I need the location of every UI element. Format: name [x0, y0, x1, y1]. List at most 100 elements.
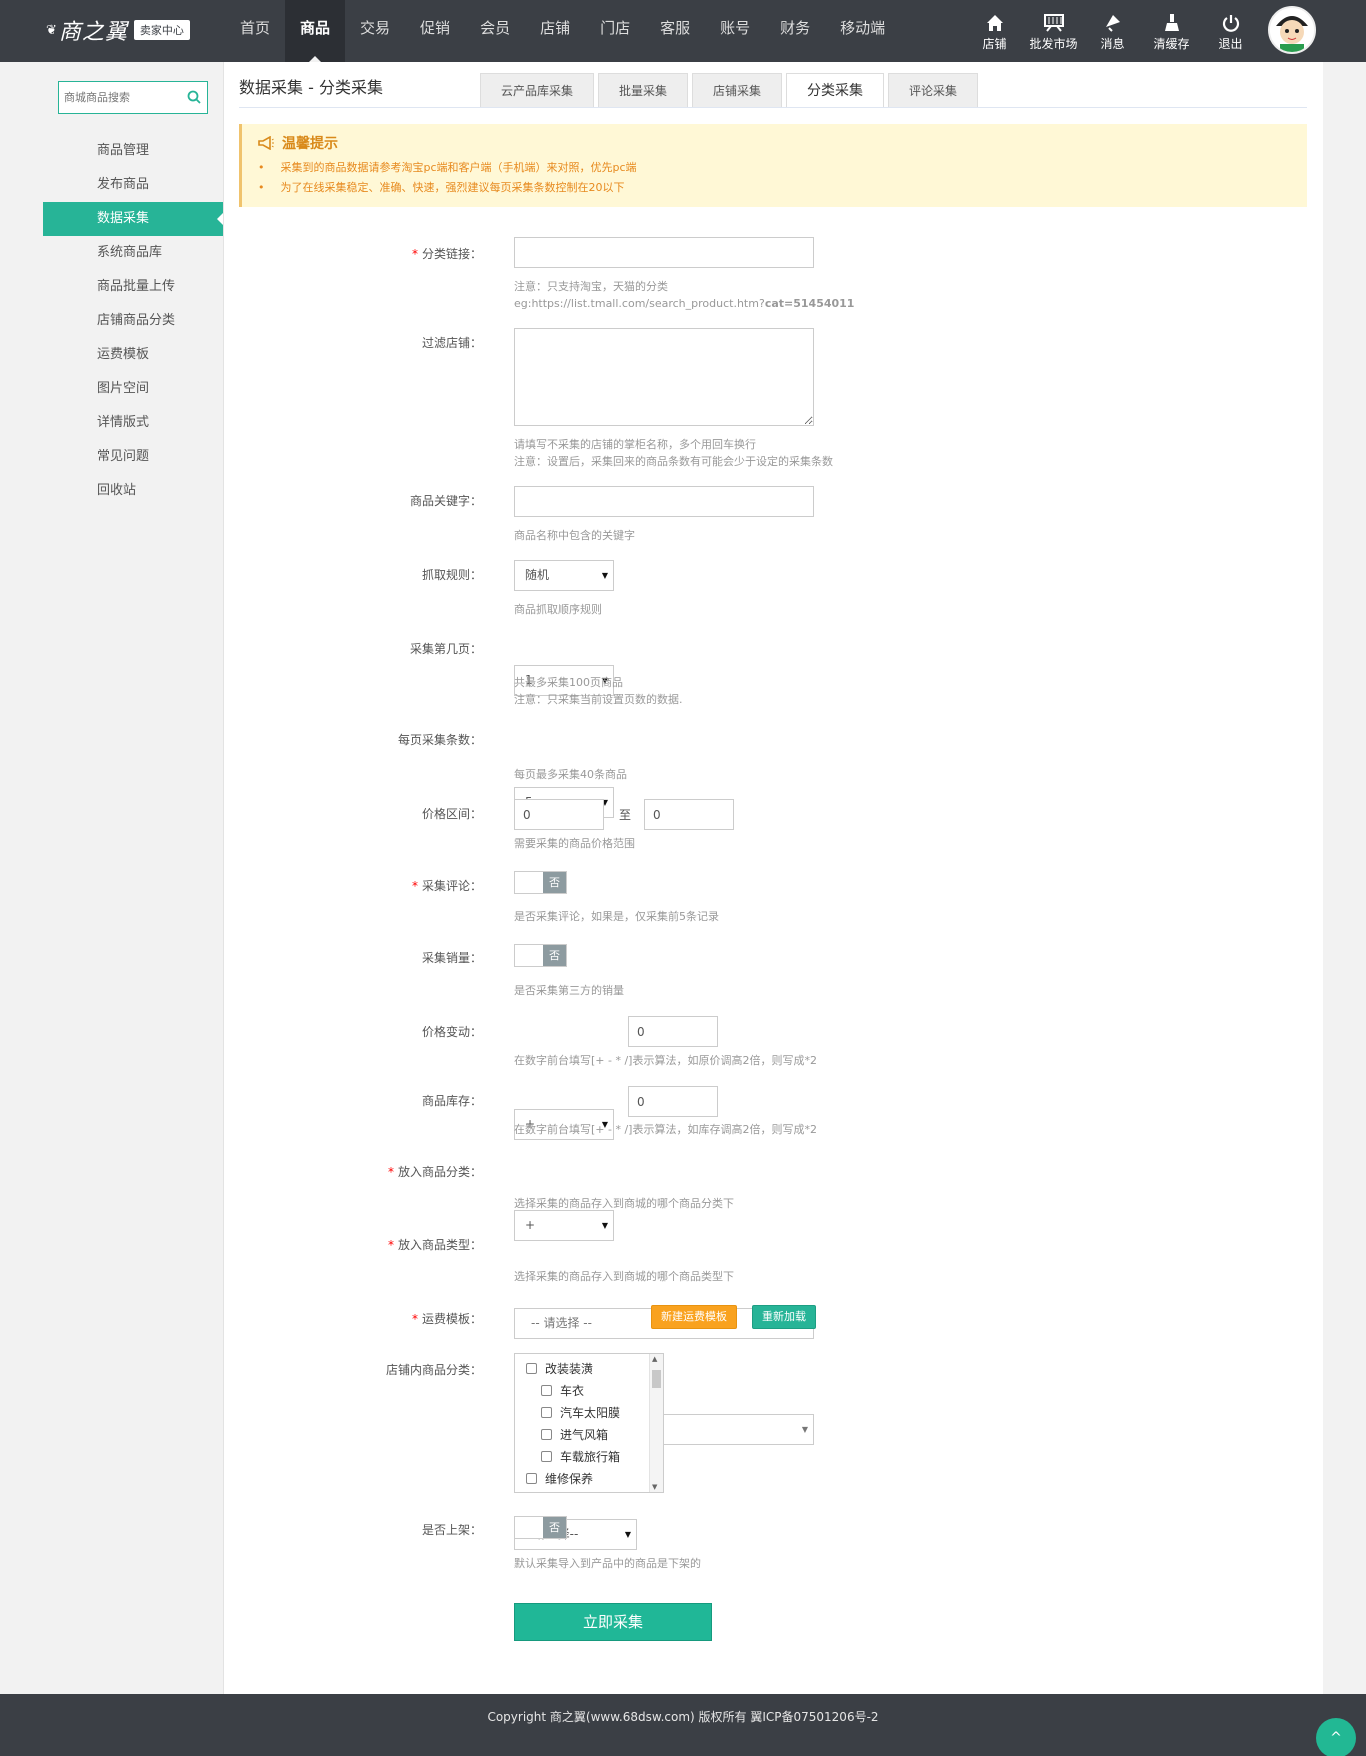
footer: Copyright 商之翼(www.68dsw.com) 版权所有 翼ICP备0… [0, 1694, 1366, 1756]
filter-shop-label: 过滤店铺： [421, 336, 482, 350]
goods-search [58, 81, 208, 114]
sidebar-item-publish-goods[interactable]: 发布商品 [43, 168, 223, 202]
collect-sales-toggle[interactable]: 否 [514, 944, 567, 967]
seller-center-badge: 卖家中心 [133, 20, 190, 40]
sidebar-item-shop-category[interactable]: 店铺商品分类 [43, 304, 223, 338]
nav-goods[interactable]: 商品 [285, 0, 346, 62]
checkbox[interactable] [526, 1473, 537, 1484]
collect-now-button[interactable]: 立即采集 [514, 1603, 712, 1641]
stock-input[interactable] [628, 1086, 718, 1117]
tab-batch-collect[interactable]: 批量采集 [598, 73, 689, 107]
chevron-up-icon: ^ [1330, 1730, 1342, 1746]
checkbox[interactable] [541, 1385, 552, 1396]
nav-shop[interactable]: 店铺 [525, 0, 585, 62]
sidebar-item-images[interactable]: 图片空间 [43, 372, 223, 406]
scroll-up-icon[interactable]: ▲ [652, 1355, 657, 1363]
goods-category-help: 选择采集的商品存入到商城的哪个商品分类下 [514, 1197, 734, 1210]
page-no-help: 共最多采集100页商品 注意：只采集当前设置页数的数据. [514, 676, 683, 706]
nav-finance[interactable]: 财务 [765, 0, 825, 62]
checkbox[interactable] [541, 1407, 552, 1418]
toggle-state: 否 [543, 872, 566, 893]
keyword-input[interactable] [514, 486, 814, 517]
nav-account[interactable]: 账号 [705, 0, 765, 62]
back-to-top-button[interactable]: ^ [1316, 1718, 1356, 1756]
price-min-input[interactable] [514, 799, 604, 830]
collect-comments-toggle[interactable]: 否 [514, 871, 567, 894]
copyright-text: Copyright 商之翼(www.68dsw.com) 版权所有 翼ICP备0… [487, 1710, 879, 1724]
price-change-label: 价格变动： [421, 1025, 482, 1039]
reload-freight-button[interactable]: 重新加载 [752, 1305, 816, 1329]
price-change-input[interactable] [628, 1016, 718, 1047]
avatar[interactable] [1268, 6, 1316, 54]
price-range-to: 至 [619, 808, 632, 822]
nav-home[interactable]: 首页 [225, 0, 285, 62]
nav-trade[interactable]: 交易 [345, 0, 405, 62]
sidebar-item-goods-manage[interactable]: 商品管理 [43, 134, 223, 168]
price-max-input[interactable] [644, 799, 734, 830]
tab-shop-collect[interactable]: 店铺采集 [692, 73, 783, 107]
tool-shop[interactable]: 店铺 [965, 0, 1024, 62]
bell-icon [1083, 13, 1142, 35]
logo-text: 商之翼 [58, 20, 128, 45]
tree-scrollbar[interactable]: ▲ ▼ [649, 1354, 663, 1492]
sidebar-item-recycle[interactable]: 回收站 [43, 474, 223, 508]
collect-sales-help: 是否采集第三方的销量 [514, 984, 624, 997]
tree-item[interactable]: 汽车太阳膜 [541, 1404, 620, 1421]
new-freight-button[interactable]: 新建运费模板 [651, 1305, 737, 1329]
checkbox[interactable] [541, 1451, 552, 1462]
collect-comments-label: * 采集评论： [411, 879, 482, 893]
tree-item[interactable]: 车载旅行箱 [541, 1448, 620, 1465]
rule-select[interactable]: 随机 [514, 560, 614, 591]
search-icon[interactable] [187, 90, 201, 107]
tab-cloud-collect[interactable]: 云产品库采集 [480, 73, 595, 107]
keyword-label: 商品关键字： [409, 494, 482, 508]
tree-item[interactable]: 维修保养 [526, 1470, 593, 1487]
wing-icon: ❦ [46, 22, 57, 38]
tree-item[interactable]: 车衣 [541, 1382, 584, 1399]
checkbox[interactable] [541, 1429, 552, 1440]
nav-promotion[interactable]: 促销 [405, 0, 465, 62]
sidebar-item-system-goods[interactable]: 系统商品库 [43, 236, 223, 270]
sidebar-item-batch-upload[interactable]: 商品批量上传 [43, 270, 223, 304]
stock-help: 在数字前台填写[+ - * /]表示算法，如库存调高2倍，则写成*2 [514, 1123, 817, 1136]
sidebar-item-data-collect[interactable]: 数据采集 [43, 202, 223, 236]
tab-comment-collect[interactable]: 评论采集 [888, 73, 979, 107]
logo[interactable]: ❦ 商之翼 卖家中心 [46, 14, 190, 46]
tool-logout[interactable]: 退出 [1201, 0, 1260, 62]
nav-member[interactable]: 会员 [465, 0, 525, 62]
tool-message[interactable]: 消息 [1083, 0, 1142, 62]
goods-search-input[interactable] [59, 82, 179, 113]
category-link-input[interactable] [514, 237, 814, 268]
checkbox[interactable] [526, 1363, 537, 1374]
filter-shop-help: 请填写不采集的店铺的掌柜名称，多个用回车换行 注意：设置后，采集回来的商品条数有… [514, 438, 833, 468]
sidebar-item-detail-layout[interactable]: 详情版式 [43, 406, 223, 440]
tree-item[interactable]: 进气风箱 [541, 1426, 608, 1443]
nav-store[interactable]: 门店 [585, 0, 645, 62]
goods-type-help: 选择采集的商品存入到商城的哪个商品类型下 [514, 1270, 734, 1283]
on-shelf-label: 是否上架： [421, 1523, 482, 1537]
tips-box: 温馨提示 采集到的商品数据请参考淘宝pc端和客户端（手机端）来对照，优先pc端 … [239, 124, 1307, 207]
sidebar-item-faq[interactable]: 常见问题 [43, 440, 223, 474]
power-icon [1201, 13, 1260, 35]
toggle-state: 否 [543, 1517, 566, 1538]
sidebar-item-freight[interactable]: 运费模板 [43, 338, 223, 372]
nav-mobile[interactable]: 移动端 [825, 0, 900, 62]
tree-item[interactable]: 改装装潢 [526, 1360, 593, 1377]
per-page-help: 每页最多采集40条商品 [514, 768, 627, 781]
on-shelf-toggle[interactable]: 否 [514, 1516, 567, 1539]
toggle-state: 否 [543, 945, 566, 966]
filter-shop-textarea[interactable] [514, 328, 814, 426]
price-range-help: 需要采集的商品价格范围 [514, 837, 635, 850]
nav-service[interactable]: 客服 [645, 0, 705, 62]
stock-op-select[interactable]: + [514, 1210, 614, 1241]
scroll-thumb[interactable] [652, 1370, 661, 1388]
scroll-down-icon[interactable]: ▼ [652, 1483, 657, 1491]
tool-market[interactable]: 批发市场 [1024, 0, 1083, 62]
tool-clear-cache[interactable]: 清缓存 [1142, 0, 1201, 62]
category-link-label: * 分类链接： [411, 247, 482, 261]
category-link-help: 注意：只支持淘宝，天猫的分类 eg:https://list.tmall.com… [514, 280, 855, 310]
tab-category-collect[interactable]: 分类采集 [786, 73, 885, 108]
shop-category-tree[interactable]: 改装装潢 车衣 汽车太阳膜 进气风箱 车载旅行箱 维修保养 ▲ ▼ [514, 1353, 664, 1493]
tab-divider [239, 107, 1307, 108]
tips-title-text: 温馨提示 [282, 136, 338, 152]
